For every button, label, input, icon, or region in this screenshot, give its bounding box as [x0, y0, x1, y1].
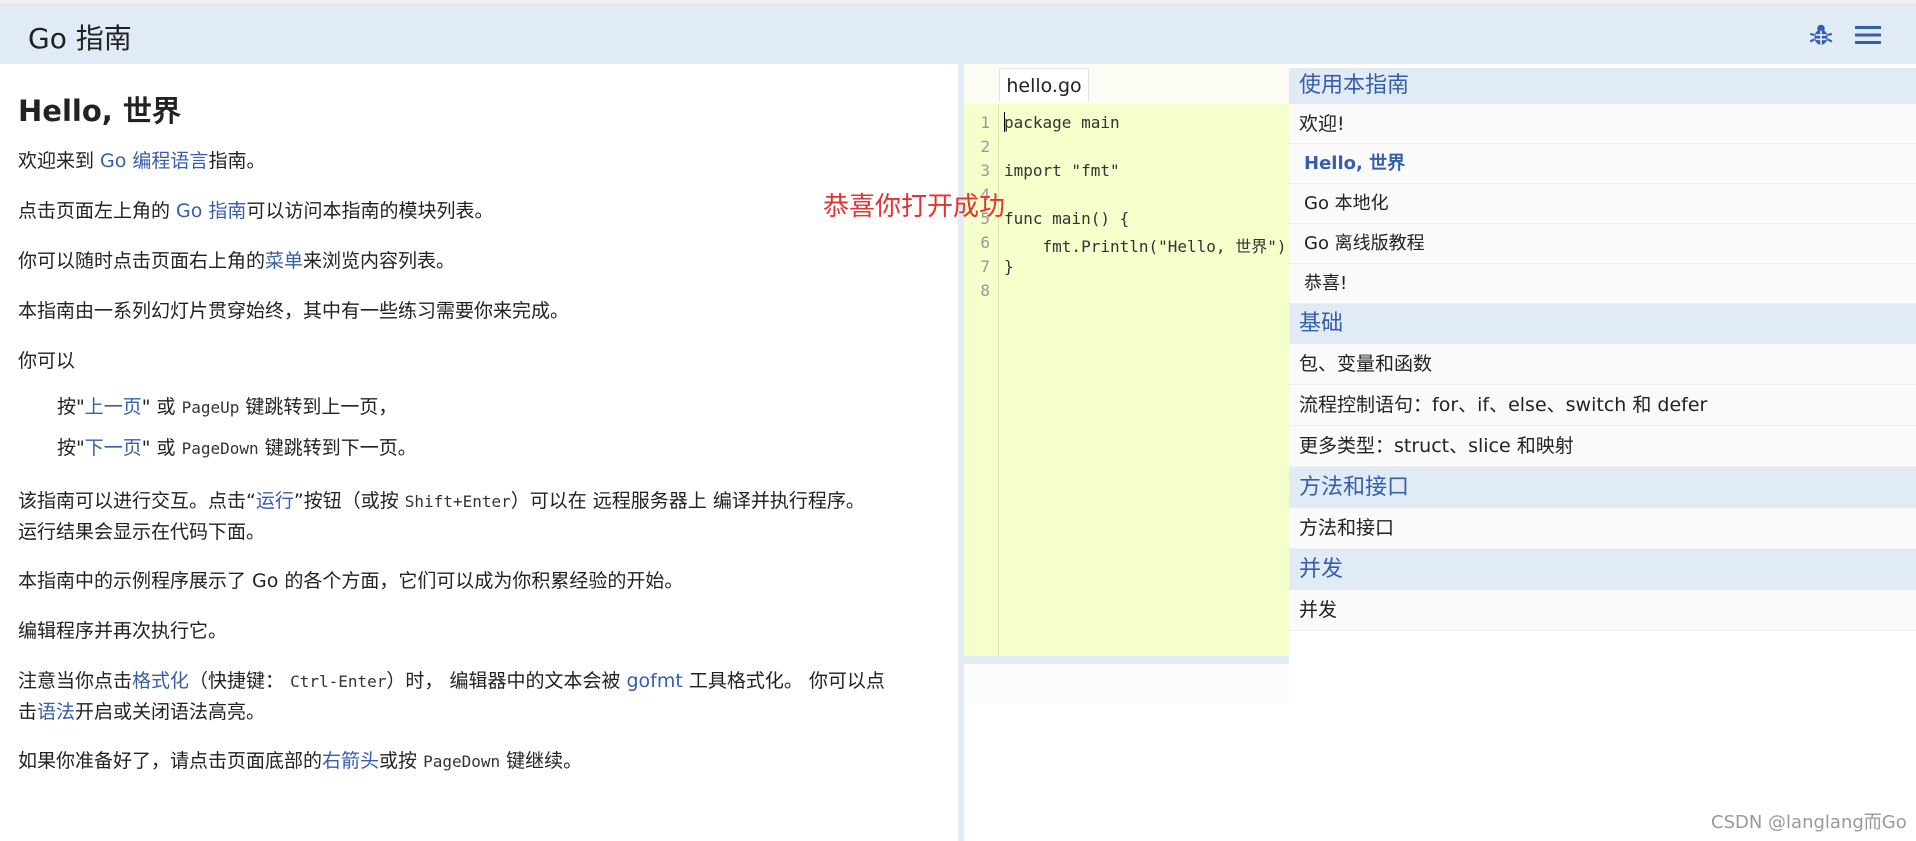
toc-item-concurrency[interactable]: 并发 — [1289, 590, 1916, 631]
interactive-paragraph: 该指南可以进行交互。点击“运行”按钮（或按 Shift+Enter）可以在 远程… — [18, 486, 938, 547]
text: 该指南可以进行交互。点击“ — [18, 490, 256, 512]
toc-item-flowcontrol[interactable]: 流程控制语句：for、if、else、switch 和 defer — [1289, 385, 1916, 426]
text: 你可以随时点击页面右上角的 — [18, 250, 266, 272]
code-line: } — [1004, 257, 1014, 276]
text: " 或 — [141, 437, 182, 459]
lesson-title: Hello, 世界 — [18, 94, 181, 128]
line-number: 8 — [980, 281, 990, 300]
line-number: 7 — [980, 257, 990, 276]
text: （快捷键： — [189, 670, 291, 692]
intro-paragraph: 欢迎来到 Go 编程语言指南。 — [18, 146, 938, 176]
toc-hint-paragraph: 点击页面左上角的 Go 指南可以访问本指南的模块列表。 — [18, 196, 938, 226]
text: " 或 — [141, 396, 182, 418]
text: 点击页面左上角的 — [18, 200, 177, 222]
format-link[interactable]: 格式化 — [132, 670, 189, 692]
file-tab-hello-go[interactable]: hello.go — [999, 68, 1089, 102]
text: 工具格式化。 你可以点 — [682, 670, 885, 692]
text-cursor — [1004, 112, 1005, 132]
line-number: 6 — [980, 233, 990, 252]
text: 如果你准备好了，请点击页面底部的 — [18, 750, 323, 772]
menu-link[interactable]: 菜单 — [265, 250, 303, 272]
slides-paragraph: 本指南由一系列幻灯片贯穿始终，其中有一些练习需要你来完成。 — [18, 300, 570, 322]
pagedown-key: PageDown — [181, 439, 259, 458]
text: 可以访问本指南的模块列表。 — [246, 200, 494, 222]
toc-section-methods[interactable]: 方法和接口 — [1289, 467, 1916, 508]
text: 键跳转到上一页， — [239, 396, 398, 418]
text: 按" — [57, 437, 85, 459]
toc-item-hello-world[interactable]: Hello, 世界 — [1289, 144, 1916, 184]
bug-icon[interactable] — [1808, 22, 1834, 48]
run-link[interactable]: 运行 — [256, 490, 294, 512]
header-bar: Go 指南 — [0, 3, 1916, 64]
file-tab-bar: hello.go — [964, 64, 1289, 104]
toc-item-moretypes[interactable]: 更多类型：struct、slice 和映射 — [1289, 426, 1916, 467]
code-line: func main() { — [1004, 209, 1130, 228]
text: 注意当你点击 — [18, 670, 133, 692]
edit-paragraph: 编辑程序并再次执行它。 — [18, 620, 228, 642]
toc-item-offline[interactable]: Go 离线版教程 — [1289, 224, 1916, 264]
go-tour-link[interactable]: Go 指南 — [176, 200, 246, 222]
continue-paragraph: 如果你准备好了，请点击页面底部的右箭头或按 PageDown 键继续。 — [18, 746, 938, 777]
prev-page-link[interactable]: 上一页 — [85, 396, 142, 418]
text: 来浏览内容列表。 — [303, 250, 456, 272]
output-area — [964, 664, 1289, 704]
text: 开启或关闭语法高亮。 — [75, 701, 266, 723]
editor-panel: hello.go 1 2 3 4 5 6 7 8 package main im… — [964, 64, 1289, 841]
format-paragraph: 注意当你点击格式化（快捷键： Ctrl-Enter）时， 编辑器中的文本会被 g… — [18, 666, 938, 727]
right-arrow-link[interactable]: 右箭头 — [322, 750, 379, 772]
text: 运行结果会显示在代码下面。 — [18, 521, 266, 543]
text: 指南。 — [208, 150, 266, 172]
shift-enter-key: Shift+Enter — [404, 492, 511, 511]
toc-panel: 使用本指南 欢迎! Hello, 世界 Go 本地化 Go 离线版教程 恭喜! … — [1289, 64, 1916, 841]
menu-hint-paragraph: 你可以随时点击页面右上角的菜单来浏览内容列表。 — [18, 246, 938, 276]
watermark: CSDN @langlang而Go — [1711, 812, 1907, 833]
toc-item-welcome[interactable]: 欢迎! — [1289, 104, 1916, 144]
editor-output-separator — [964, 656, 1289, 664]
ctrl-enter-key: Ctrl-Enter — [290, 672, 387, 691]
you-can-paragraph: 你可以 — [18, 350, 76, 372]
toc-item-methods[interactable]: 方法和接口 — [1289, 508, 1916, 549]
text: ）可以在 远程服务器上 编译并执行程序。 — [510, 490, 865, 512]
lesson-panel: Hello, 世界 欢迎来到 Go 编程语言指南。 点击页面左上角的 Go 指南… — [0, 64, 958, 841]
brand-title[interactable]: Go 指南 — [28, 17, 132, 57]
examples-paragraph: 本指南中的示例程序展示了 Go 的各个方面，它们可以成为你积累经验的开始。 — [18, 570, 684, 592]
pagedown-key: PageDown — [423, 752, 501, 771]
text: 按" — [57, 396, 85, 418]
toc-item-localization[interactable]: Go 本地化 — [1289, 184, 1916, 224]
toc-item-packages[interactable]: 包、变量和函数 — [1289, 344, 1916, 385]
code-line: fmt.Println("Hello, 世界") — [1004, 237, 1287, 256]
text: ）时， 编辑器中的文本会被 — [386, 670, 627, 692]
toc-item-congrats[interactable]: 恭喜! — [1289, 264, 1916, 304]
text: 键跳转到下一页。 — [258, 437, 417, 459]
line-number: 2 — [980, 137, 990, 156]
text: 欢迎来到 — [18, 150, 101, 172]
go-language-link[interactable]: Go 编程语言 — [100, 150, 208, 172]
syntax-link[interactable]: 语法 — [37, 701, 75, 723]
code-editor[interactable]: 1 2 3 4 5 6 7 8 package main import "fmt… — [964, 104, 1289, 656]
line-number: 3 — [980, 161, 990, 180]
text: ”按钮（或按 — [293, 490, 405, 512]
code-line: import "fmt" — [1004, 161, 1120, 180]
code-line: package main — [1004, 113, 1120, 132]
toc-section-concurrency[interactable]: 并发 — [1289, 549, 1916, 590]
menu-icon[interactable] — [1854, 23, 1882, 47]
pageup-key: PageUp — [181, 398, 240, 417]
next-page-link[interactable]: 下一页 — [85, 437, 142, 459]
prev-page-bullet: 按"上一页" 或 PageUp 键跳转到上一页， — [57, 392, 977, 423]
toc-section-using-tour[interactable]: 使用本指南 — [1289, 68, 1916, 104]
line-number: 1 — [980, 113, 990, 132]
gofmt-link[interactable]: gofmt — [627, 670, 683, 692]
text: 击 — [18, 701, 38, 723]
next-page-bullet: 按"下一页" 或 PageDown 键跳转到下一页。 — [57, 433, 977, 464]
overlay-annotation: 恭喜你打开成功 — [823, 192, 1006, 222]
text: 键继续。 — [500, 750, 583, 772]
toc-section-basics[interactable]: 基础 — [1289, 304, 1916, 344]
text: 或按 — [379, 750, 424, 772]
